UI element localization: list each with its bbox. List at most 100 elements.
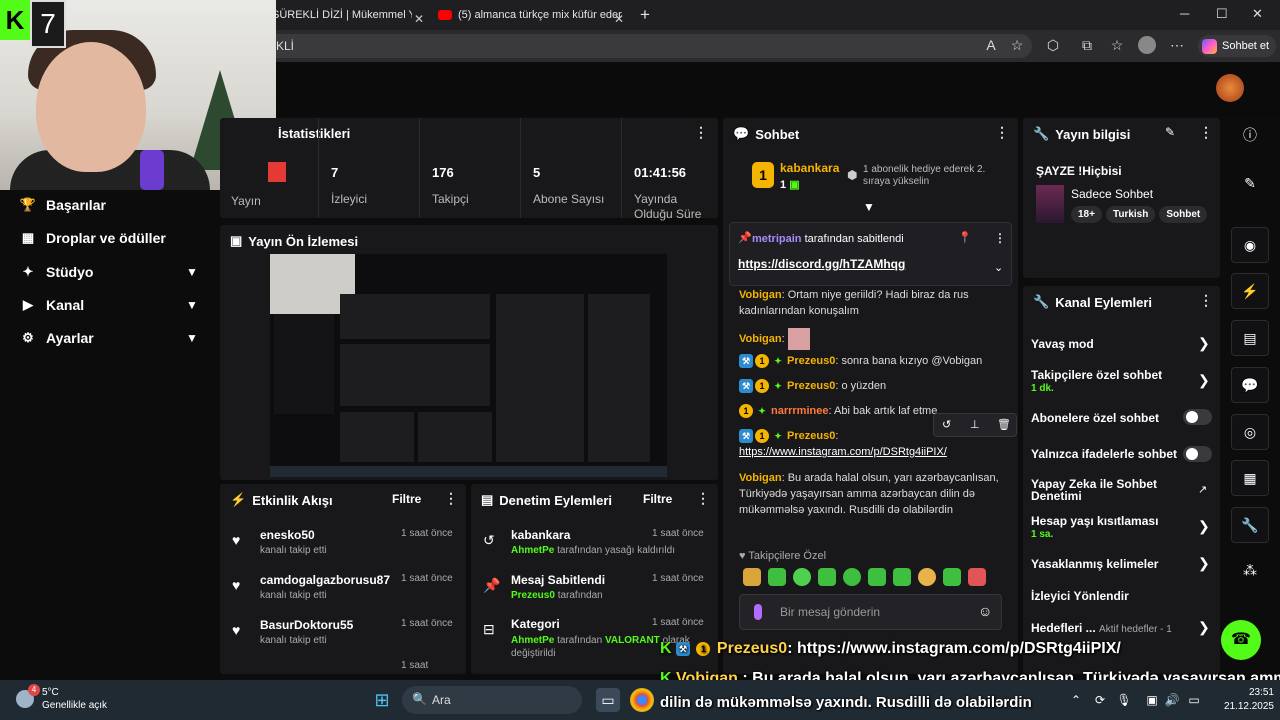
action-account-age[interactable]: Hesap yaşı kısıtlaması 1 sa. [1031, 514, 1158, 540]
document-icon[interactable]: ▤ [1231, 320, 1269, 356]
maximize-icon[interactable]: ☐ [1216, 6, 1228, 22]
filter-button[interactable]: Filtre [643, 492, 672, 506]
game-name[interactable]: VALORANT [605, 635, 660, 646]
chevron-right-icon[interactable]: ❯ [1198, 518, 1210, 535]
moderator-name[interactable]: AhmetPe [511, 545, 554, 556]
action-raid[interactable]: İzleyici Yönlendir [1031, 589, 1129, 603]
close-icon[interactable]: ✕ [614, 8, 630, 30]
browser-tab[interactable]: (5) almanca türkçe mix küfür eder [438, 4, 628, 26]
emoji-icon[interactable]: ☺ [978, 603, 992, 619]
stream-preview[interactable] [270, 254, 667, 477]
wrench-icon[interactable]: 🔧 [1231, 507, 1269, 543]
tag[interactable]: 18+ [1071, 206, 1102, 223]
action-subscribers-only[interactable]: Abonelere özel sohbet [1031, 411, 1159, 425]
chevron-right-icon[interactable]: ❯ [1198, 555, 1210, 572]
emote[interactable] [743, 568, 761, 586]
collapse-icon[interactable]: ▼ [863, 200, 875, 214]
nav-item-settings[interactable]: ⚙ Ayarlar [18, 326, 94, 350]
chat-input[interactable]: Bir mesaj gönderin ☺ [739, 594, 1002, 630]
copilot-button[interactable]: Sohbet et [1198, 35, 1276, 57]
chat-username[interactable]: Prezeus0 [787, 380, 835, 392]
chevron-down-icon[interactable]: ⌄ [994, 261, 1003, 274]
tag[interactable]: Sohbet [1159, 206, 1208, 223]
more-icon[interactable]: ⋮ [1199, 292, 1213, 309]
action-followers-only[interactable]: Takipçilere özel sohbet 1 dk. [1031, 368, 1162, 394]
moderator-name[interactable]: Prezeus0 [511, 590, 555, 601]
emote[interactable] [793, 568, 811, 586]
pinned-link[interactable]: https://discord.gg/hTZAMhqg [738, 257, 905, 271]
info-icon[interactable]: ⓘ [1231, 118, 1269, 154]
split-screen-icon[interactable]: ⧉ [1078, 36, 1096, 54]
tag[interactable]: Turkish [1105, 206, 1156, 223]
avatar[interactable] [1216, 74, 1244, 102]
layout-icon[interactable]: ▦ [1231, 460, 1269, 496]
filter-button[interactable]: Filtre [392, 492, 421, 506]
nav-item-achievements[interactable]: 🏆 Başarılar [18, 193, 106, 217]
action-ai-moderation[interactable]: Yapay Zeka ile Sohbet Denetimi [1031, 478, 1181, 502]
chat-username[interactable]: Prezeus0 [787, 430, 835, 442]
support-icon[interactable]: ☎ [1221, 620, 1261, 660]
chevron-right-icon[interactable]: ❯ [1198, 619, 1210, 636]
action-banned-words[interactable]: Yasaklanmış kelimeler [1031, 557, 1158, 571]
apps-icon[interactable]: ⁂ [1231, 553, 1269, 589]
external-link-icon[interactable]: ↗ [1198, 483, 1207, 496]
emote-tab[interactable]: ♥ Takipçilere Özel [739, 550, 826, 562]
emote[interactable] [818, 568, 836, 586]
microphone-icon[interactable] [754, 604, 762, 620]
chat-username[interactable]: narrrminee [771, 405, 828, 417]
edit-icon[interactable]: ✎ [1231, 166, 1269, 202]
chrome-icon[interactable] [630, 688, 654, 712]
broadcast-icon[interactable]: ◎ [1231, 414, 1269, 450]
more-icon[interactable]: ⋮ [696, 490, 710, 507]
emote[interactable] [868, 568, 886, 586]
chat-icon[interactable]: 💬 [1231, 367, 1269, 403]
clock[interactable]: 23:51 21.12.2025 [1204, 686, 1274, 714]
chat-username[interactable]: Prezeus0 [787, 355, 835, 367]
top-gifter-name[interactable]: kabankara [780, 161, 839, 175]
unpin-icon[interactable]: 📍 [958, 231, 972, 244]
emote[interactable] [768, 568, 786, 586]
more-icon[interactable]: ⋮ [994, 231, 1006, 245]
emote[interactable] [968, 568, 986, 586]
chevron-up-icon[interactable]: ⌃ [1064, 688, 1088, 712]
emote[interactable] [943, 568, 961, 586]
more-icon[interactable]: ⋮ [444, 490, 458, 507]
nav-item-channel[interactable]: ▶ Kanal [18, 293, 84, 317]
profile-icon[interactable] [1138, 36, 1156, 54]
category-name[interactable]: Sadece Sohbet [1071, 187, 1153, 201]
chevron-down-icon[interactable]: ▼ [186, 331, 198, 345]
favorite-star-icon[interactable]: ☆ [1008, 36, 1026, 54]
more-icon[interactable]: ⋮ [1199, 124, 1213, 141]
volume-icon[interactable]: 🔊 [1160, 688, 1184, 712]
nav-item-studio[interactable]: ✦ Stüdyo [18, 260, 94, 284]
minimize-icon[interactable]: ─ [1180, 6, 1189, 21]
weather-widget[interactable]: 4 5°C Genellikle açık [14, 684, 134, 716]
taskbar-search[interactable]: 🔍 Ara [402, 686, 582, 714]
windows-start-icon[interactable]: ⊞ [370, 688, 394, 712]
lightning-icon[interactable]: ⚡ [1231, 273, 1269, 309]
favorites-icon[interactable]: ☆ [1108, 36, 1126, 54]
close-icon[interactable]: ✕ [414, 8, 430, 30]
new-tab-button[interactable]: + [640, 4, 656, 26]
action-goals[interactable]: Hedefleri ... Aktif hedefler - 1 [1031, 621, 1172, 635]
emote[interactable] [893, 568, 911, 586]
chevron-right-icon[interactable]: ❯ [1198, 372, 1210, 389]
chevron-down-icon[interactable]: ▼ [186, 298, 198, 312]
action-slow-mode[interactable]: Yavaş mod [1031, 337, 1094, 351]
action-emote-only[interactable]: Yalnızca ifadelerle sohbet [1031, 447, 1177, 461]
microphone-icon[interactable]: 🎙 [1112, 688, 1136, 712]
extensions-icon[interactable]: ⬡ [1044, 36, 1062, 54]
read-aloud-icon[interactable]: A [982, 36, 1000, 54]
close-window-icon[interactable]: ✕ [1252, 6, 1263, 22]
browser-tab[interactable]: SÜREKLİ DİZİ | Mükemmel Yu [272, 4, 412, 26]
sync-icon[interactable]: ⟳ [1088, 688, 1112, 712]
edit-icon[interactable]: ✎ [1165, 125, 1175, 139]
camera-icon[interactable]: ◉ [1231, 227, 1269, 263]
pinned-by-user[interactable]: metripain [752, 233, 802, 245]
chat-username[interactable]: Vobigan [739, 333, 782, 345]
subscribers-only-toggle[interactable] [1183, 409, 1212, 425]
nav-item-drops[interactable]: ▦ Droplar ve ödüller [18, 226, 166, 250]
emote[interactable] [918, 568, 936, 586]
battery-icon[interactable]: ▭ [1182, 688, 1206, 712]
more-icon[interactable]: ⋯ [1168, 36, 1186, 54]
